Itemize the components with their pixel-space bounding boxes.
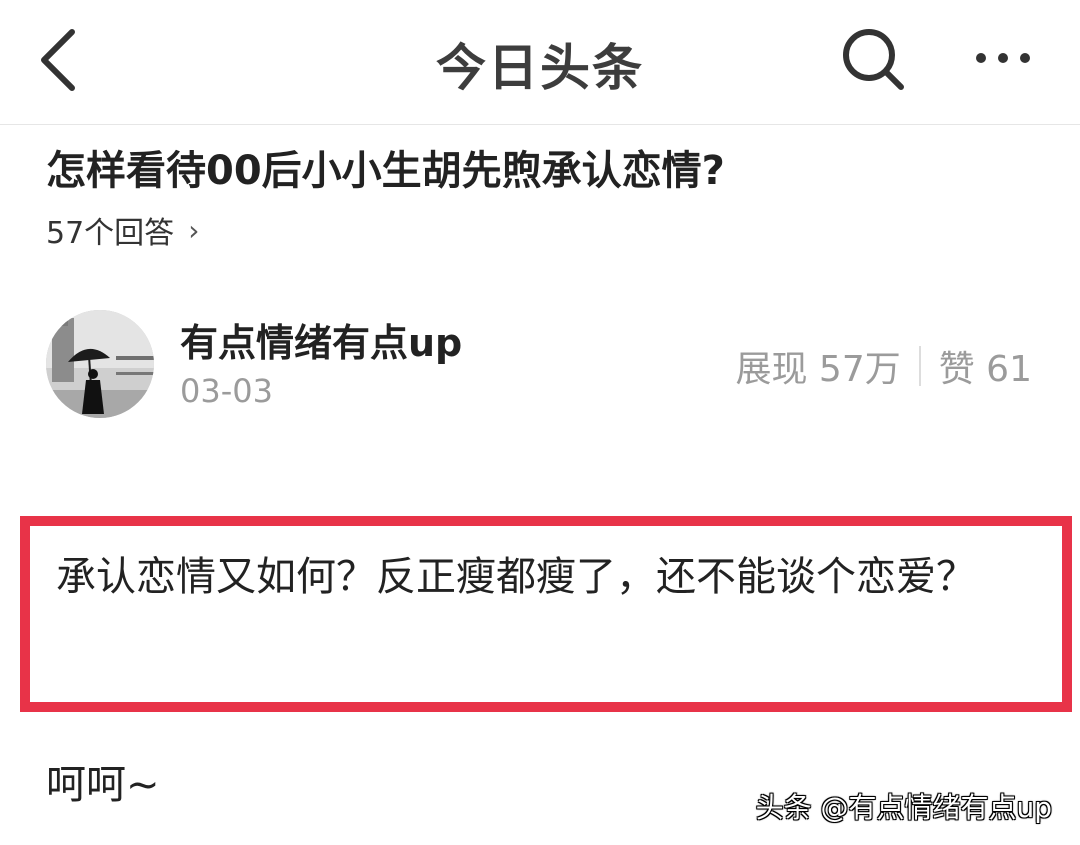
post-stats: 展现 57万 赞 61 xyxy=(735,340,1032,392)
more-dots-icon[interactable] xyxy=(968,36,1038,80)
highlighted-answer-box: 承认恋情又如何？反正瘦都瘦了，还不能谈个恋爱？ xyxy=(20,516,1072,712)
top-nav-bar: 今日头条 xyxy=(0,0,1080,125)
likes-count: 赞 61 xyxy=(938,349,1032,390)
search-icon[interactable] xyxy=(838,24,908,94)
watermark: 头条 @有点情绪有点up xyxy=(755,791,1052,824)
app-title: 今日头条 xyxy=(436,39,644,97)
chevron-right-icon: › xyxy=(188,213,200,247)
author-name[interactable]: 有点情绪有点up xyxy=(180,312,462,367)
answers-count-label: 57个回答 xyxy=(46,216,175,251)
post-date: 03-03 xyxy=(180,372,273,410)
highlighted-answer-text: 承认恋情又如何？反正瘦都瘦了，还不能谈个恋爱？ xyxy=(56,554,976,600)
views-count: 展现 57万 xyxy=(735,349,901,390)
page: 今日头条 怎样看待00后小小生胡先煦承认恋情? 57个回答 › 有点情绪有点up… xyxy=(0,0,1080,845)
avatar[interactable] xyxy=(46,310,154,418)
stats-divider xyxy=(918,346,921,386)
question-title[interactable]: 怎样看待00后小小生胡先煦承认恋情? xyxy=(46,138,1046,196)
answer-body-text: 呵呵~ xyxy=(46,762,160,808)
answers-count-link[interactable]: 57个回答 › xyxy=(46,208,199,252)
